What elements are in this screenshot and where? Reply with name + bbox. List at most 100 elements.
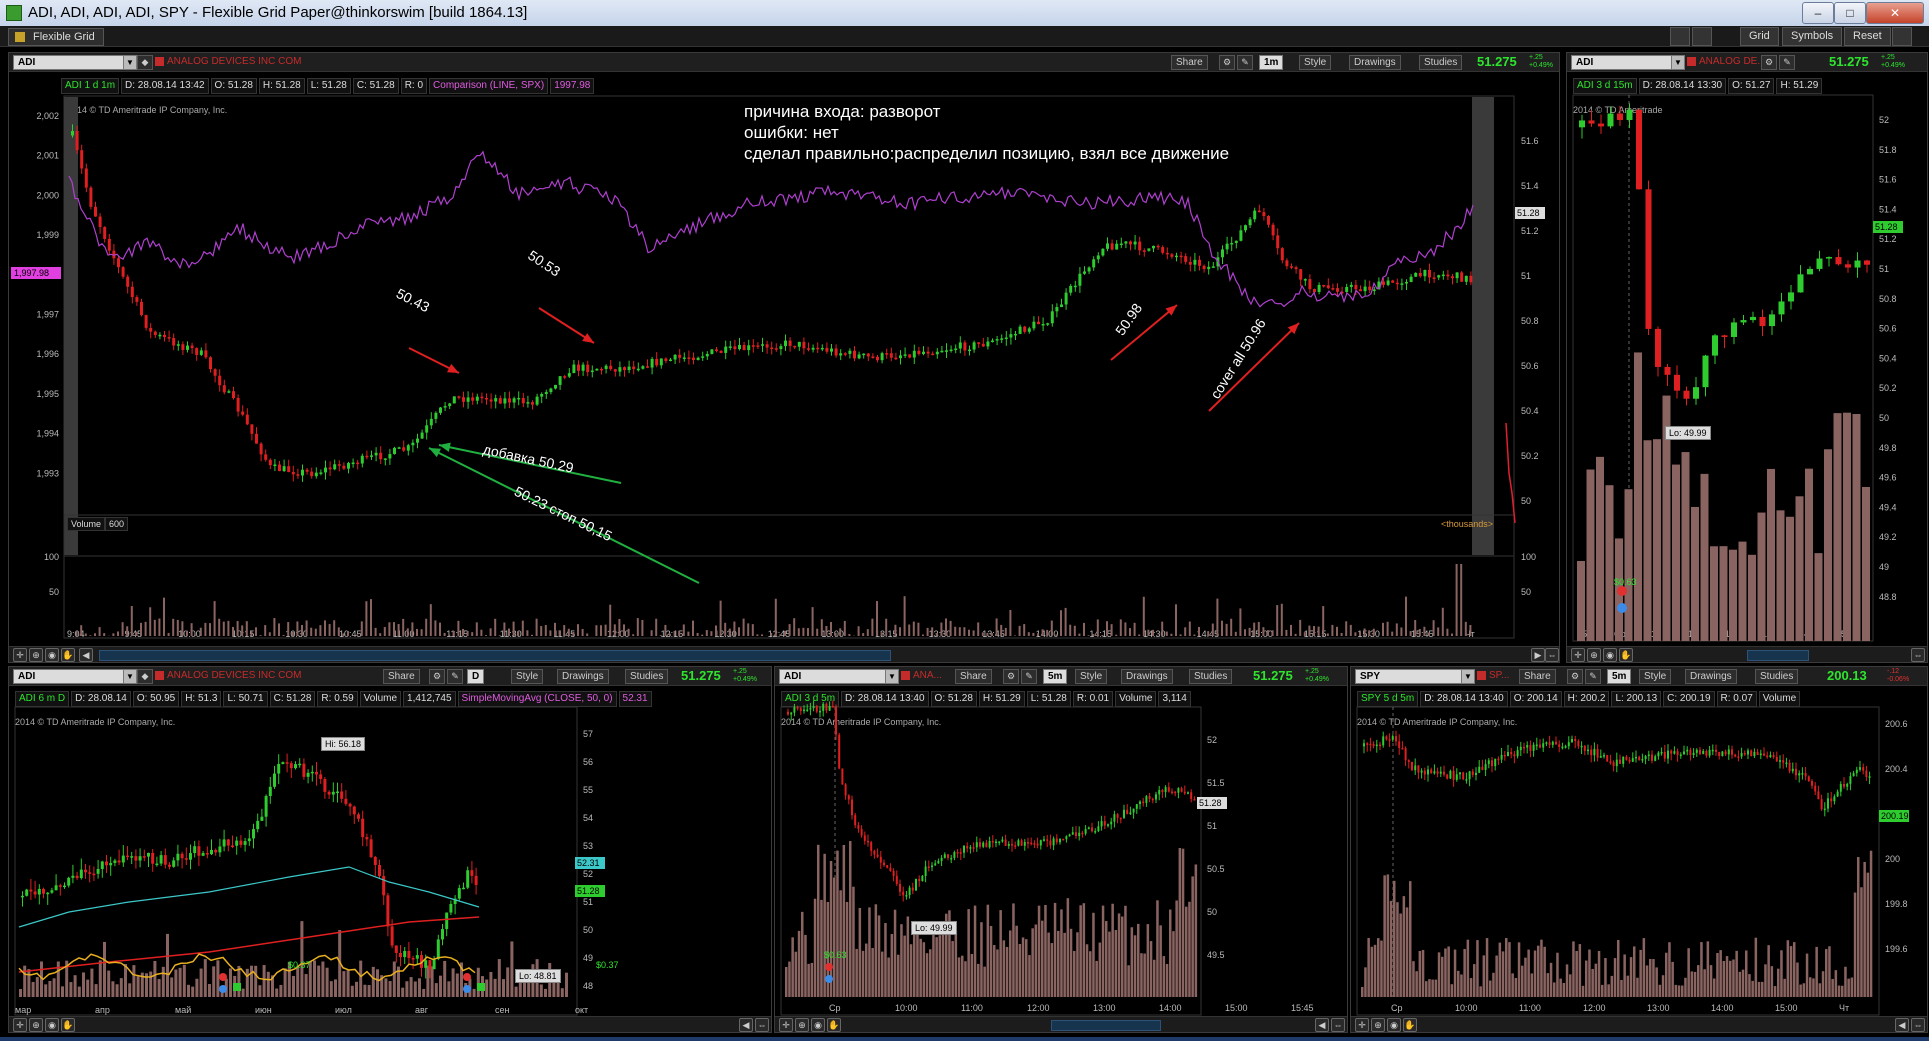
hand-icon[interactable]: ✋ [1403, 1018, 1417, 1032]
price-candle [825, 347, 829, 352]
price-candle [931, 353, 935, 356]
afterhours-shade [1472, 97, 1494, 555]
spy-price-chart[interactable]: 200.6200.4200.2200199.8199.6200.19Ср10:0… [1351, 667, 1928, 1033]
pan-icon[interactable]: ✛ [1355, 1018, 1369, 1032]
br-price-candle [1564, 746, 1567, 748]
scroll-icon[interactable]: ◀ [1895, 1018, 1909, 1032]
tab-flexible-grid[interactable]: Flexible Grid [8, 28, 104, 46]
pan-icon[interactable]: ✛ [13, 1018, 27, 1032]
br-price-candle [1683, 751, 1685, 755]
main-volume-bar [563, 625, 566, 636]
br-price-candle [1660, 751, 1663, 754]
bl-price-candle [25, 889, 29, 896]
zoom-icon[interactable]: ⊕ [1587, 648, 1601, 662]
br-price-candle [1491, 760, 1493, 767]
right-volume-bar [1691, 506, 1699, 641]
main-volume-bar [232, 626, 234, 636]
right-axis-label: 200.4 [1885, 764, 1908, 774]
zoom-out-icon[interactable]: ◉ [1387, 1018, 1401, 1032]
hand-icon[interactable]: ✋ [827, 1018, 841, 1032]
bl-volume-bar [544, 988, 547, 997]
bl-volume-bar [19, 988, 22, 997]
bm-price-candle [822, 703, 825, 711]
pan-icon[interactable]: ✛ [13, 648, 27, 662]
bl-volume-bar [128, 983, 132, 997]
price-candle [1055, 307, 1059, 312]
bm-volume-bar [1009, 930, 1012, 997]
price-candle [1083, 271, 1086, 274]
price-candle [489, 399, 493, 402]
time-scrollbar[interactable] [1747, 650, 1809, 661]
symbols-button[interactable]: Symbols [1782, 27, 1843, 46]
br-volume-bar [1540, 939, 1543, 997]
time-scrollbar[interactable] [99, 650, 891, 661]
zoom-slider-icon[interactable]: ⇔ [1545, 648, 1559, 662]
scroll-left-icon[interactable]: ◀ [79, 648, 93, 662]
br-price-candle [1823, 808, 1826, 811]
bm-price-candle [879, 856, 882, 863]
main-volume-bar [1179, 634, 1182, 636]
zoom-slider-icon[interactable]: ⇔ [1331, 1018, 1345, 1032]
close-button[interactable]: ✕ [1866, 2, 1924, 24]
bl-price-candle [457, 888, 461, 899]
bm-price-candle [966, 845, 969, 849]
bm-volume-bar [1124, 905, 1127, 997]
zoom-icon[interactable]: ⊕ [1371, 1018, 1385, 1032]
right-axis-label: 52 [583, 869, 593, 879]
bm-price-candle [1097, 826, 1100, 832]
daily-price-chart[interactable]: 5756555453525150494852.3151.28мар апр май и… [9, 667, 772, 1033]
bm-volume-bar [1121, 916, 1124, 997]
price-candle [1138, 241, 1142, 251]
scroll-icon[interactable]: ◀ [739, 1018, 753, 1032]
zoom-icon[interactable]: ⊕ [795, 1018, 809, 1032]
main-volume-bar [388, 622, 391, 636]
grid-layout-icon[interactable] [1670, 27, 1690, 46]
br-volume-bar [1777, 968, 1780, 997]
bl-price-candle [37, 888, 41, 895]
main-volume-bar [1092, 634, 1095, 636]
br-price-candle [1411, 761, 1413, 771]
zoom-out-icon[interactable]: ◉ [1603, 648, 1617, 662]
zoom-icon[interactable]: ⊕ [29, 648, 43, 662]
hand-icon[interactable]: ✋ [1619, 648, 1633, 662]
zoom-slider-icon[interactable]: ⇔ [755, 1018, 769, 1032]
br-price-candle [1583, 745, 1586, 751]
zoom-slider-icon[interactable]: ⇔ [1911, 1018, 1925, 1032]
zoom-out-icon[interactable]: ◉ [811, 1018, 825, 1032]
main-volume-bar [406, 628, 409, 636]
zoom-out-icon[interactable]: ◉ [45, 1018, 59, 1032]
main-volume-bar [314, 628, 317, 636]
hand-icon[interactable]: ✋ [61, 1018, 75, 1032]
price-candle [793, 345, 797, 348]
bm-volume-bar [1127, 965, 1130, 997]
right-price-chart[interactable]: 5251.851.651.451.25150.850.650.450.25049… [1567, 53, 1928, 663]
time-scrollbar[interactable] [1051, 1020, 1161, 1031]
maximize-button[interactable]: □ [1834, 2, 1866, 24]
zoom-icon[interactable]: ⊕ [29, 1018, 43, 1032]
hand-icon[interactable]: ✋ [61, 648, 75, 662]
bm-volume-bar [1015, 925, 1018, 997]
settings-icon[interactable] [1892, 27, 1912, 46]
link-icon[interactable] [1692, 27, 1712, 46]
scroll-right-icon[interactable]: ▶ [1531, 648, 1545, 662]
bl-volume-bar [455, 973, 459, 997]
price-candle [1018, 326, 1022, 334]
main-volume-bar [595, 625, 598, 636]
price-candle [1460, 272, 1464, 282]
time-axis-label: 14:15 [1089, 629, 1112, 639]
intraday-5m-chart[interactable]: 5251.55150.55049.551.28Ср 10:00 11:00 12:00… [775, 667, 1348, 1033]
pan-icon[interactable]: ✛ [779, 1018, 793, 1032]
zoom-out-icon[interactable]: ◉ [45, 648, 59, 662]
br-volume-bar [1575, 950, 1578, 997]
minimize-button[interactable]: – [1802, 2, 1834, 24]
right-axis-label: 50.2 [1521, 451, 1539, 461]
price-candle [839, 353, 843, 356]
bl-volume-bar [149, 971, 153, 997]
pan-icon[interactable]: ✛ [1571, 648, 1585, 662]
scroll-icon[interactable]: ◀ [1315, 1018, 1329, 1032]
bm-price-candle [838, 734, 841, 769]
grid-button[interactable]: Grid [1740, 27, 1779, 46]
zoom-slider-icon[interactable]: ⇔ [1911, 648, 1925, 662]
br-volume-bar [1719, 950, 1722, 997]
reset-button[interactable]: Reset [1844, 27, 1891, 46]
